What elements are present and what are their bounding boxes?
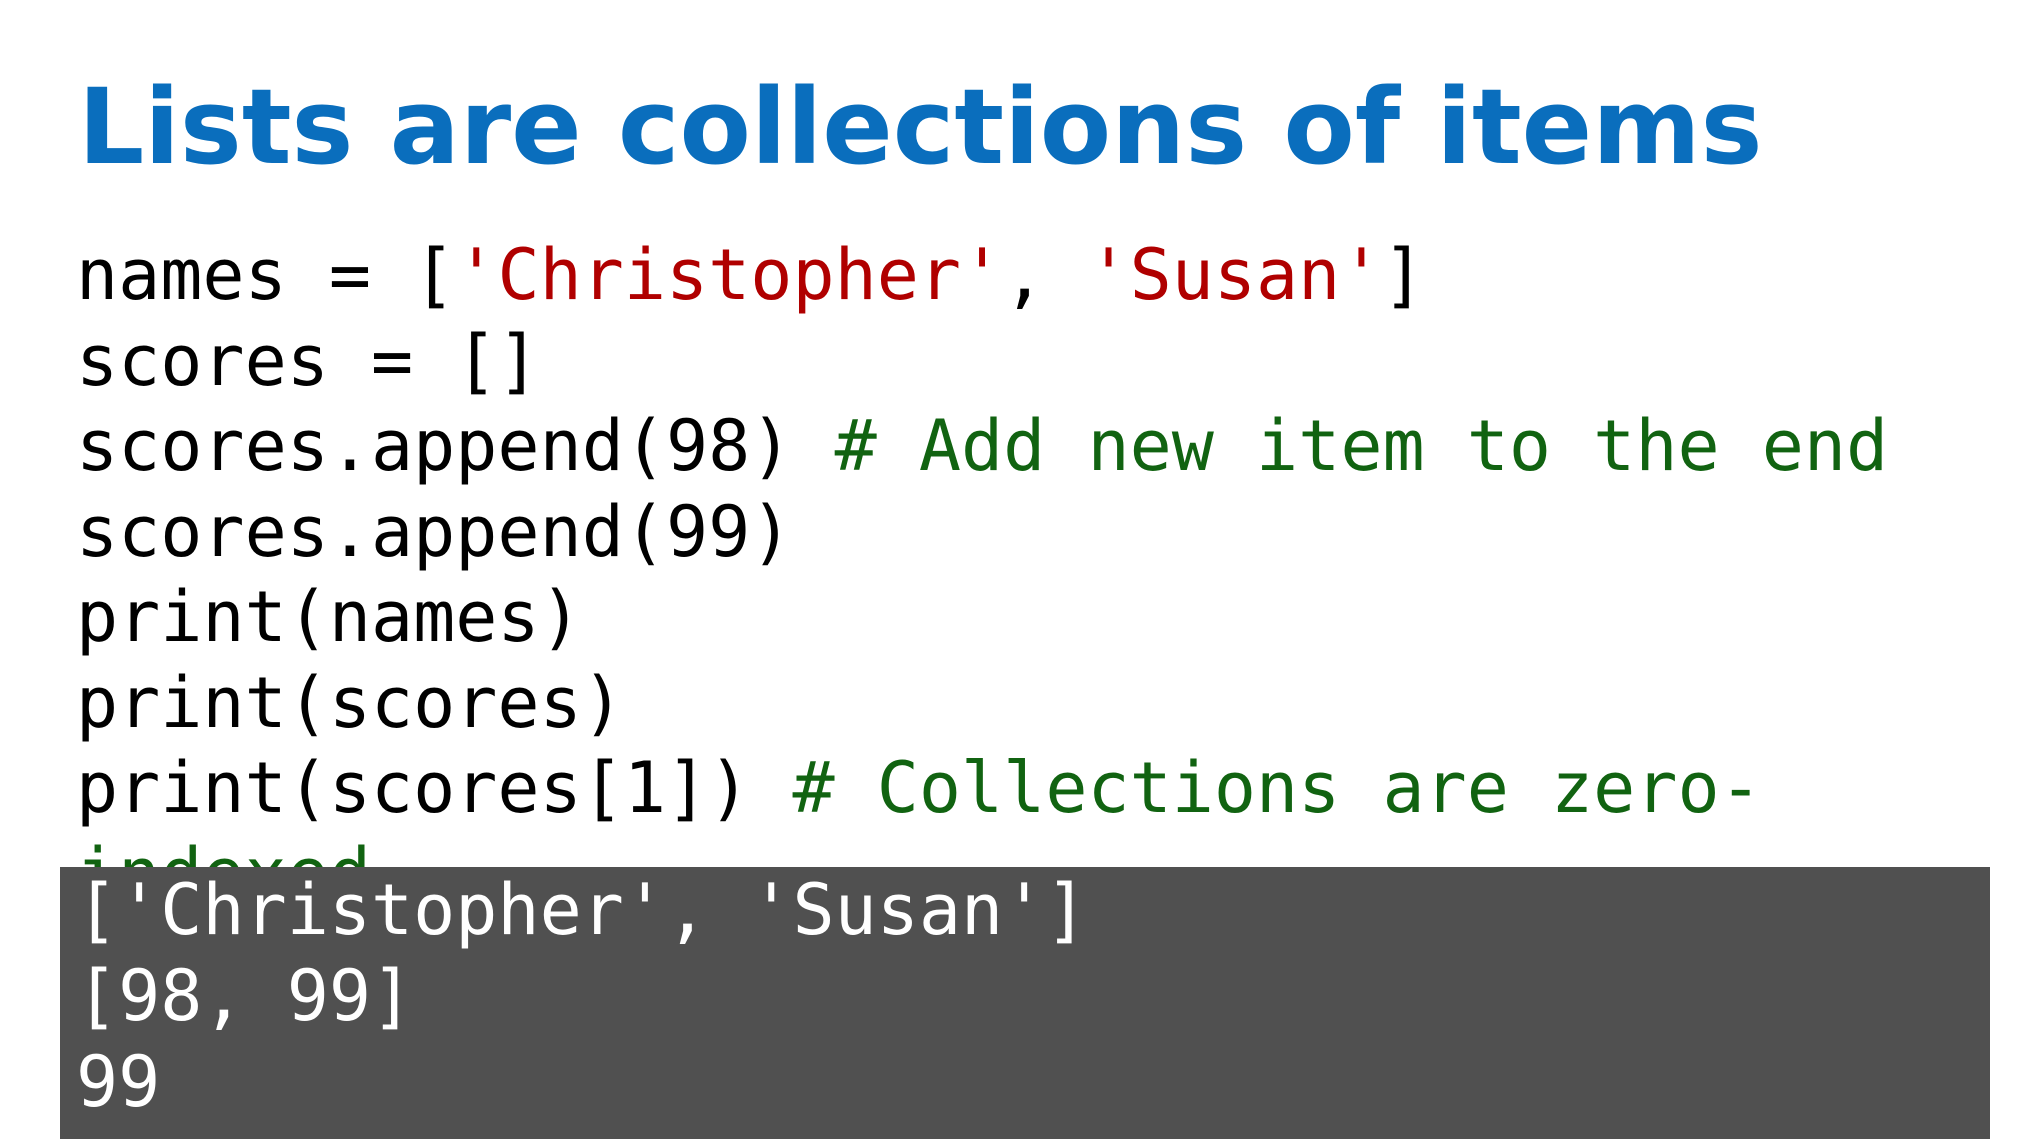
- code-text: print(scores[1]): [76, 747, 793, 829]
- code-comment: # Add new item to the end: [834, 405, 1889, 487]
- code-line-8: indexed: [76, 832, 1956, 869]
- output-line: ['Christopher', 'Susan']: [76, 869, 1088, 951]
- code-block: names = ['Christopher', 'Susan'] scores …: [76, 233, 1956, 868]
- slide-title: Lists are collections of items: [78, 66, 1763, 188]
- code-comment: indexed: [76, 833, 371, 869]
- output-console: ['Christopher', 'Susan'] [98, 99] 99: [60, 867, 1990, 1139]
- slide: Lists are collections of items names = […: [0, 0, 2040, 1147]
- code-line-3: scores.append(98) # Add new item to the …: [76, 404, 1956, 490]
- string-literal: 'Susan': [1087, 234, 1383, 316]
- code-line-2: scores = []: [76, 319, 540, 402]
- code-comment: # Collections are zero-: [792, 747, 1762, 829]
- code-line-7: print(scores[1]) # Collections are zero-: [76, 746, 1956, 832]
- code-text: ,: [1003, 234, 1088, 316]
- code-line-5: print(names): [76, 576, 582, 658]
- output-line: 99: [76, 1041, 161, 1123]
- output-line: [98, 99]: [76, 955, 414, 1037]
- code-text: scores.append(98): [76, 405, 835, 487]
- code-line-6: print(scores): [76, 661, 624, 744]
- string-literal: 'Christopher': [455, 234, 1004, 316]
- code-text: ]: [1382, 234, 1425, 316]
- code-text: names = [: [76, 234, 456, 316]
- code-line-4: scores.append(99): [76, 490, 793, 573]
- code-line-1: names = ['Christopher', 'Susan']: [76, 233, 1956, 319]
